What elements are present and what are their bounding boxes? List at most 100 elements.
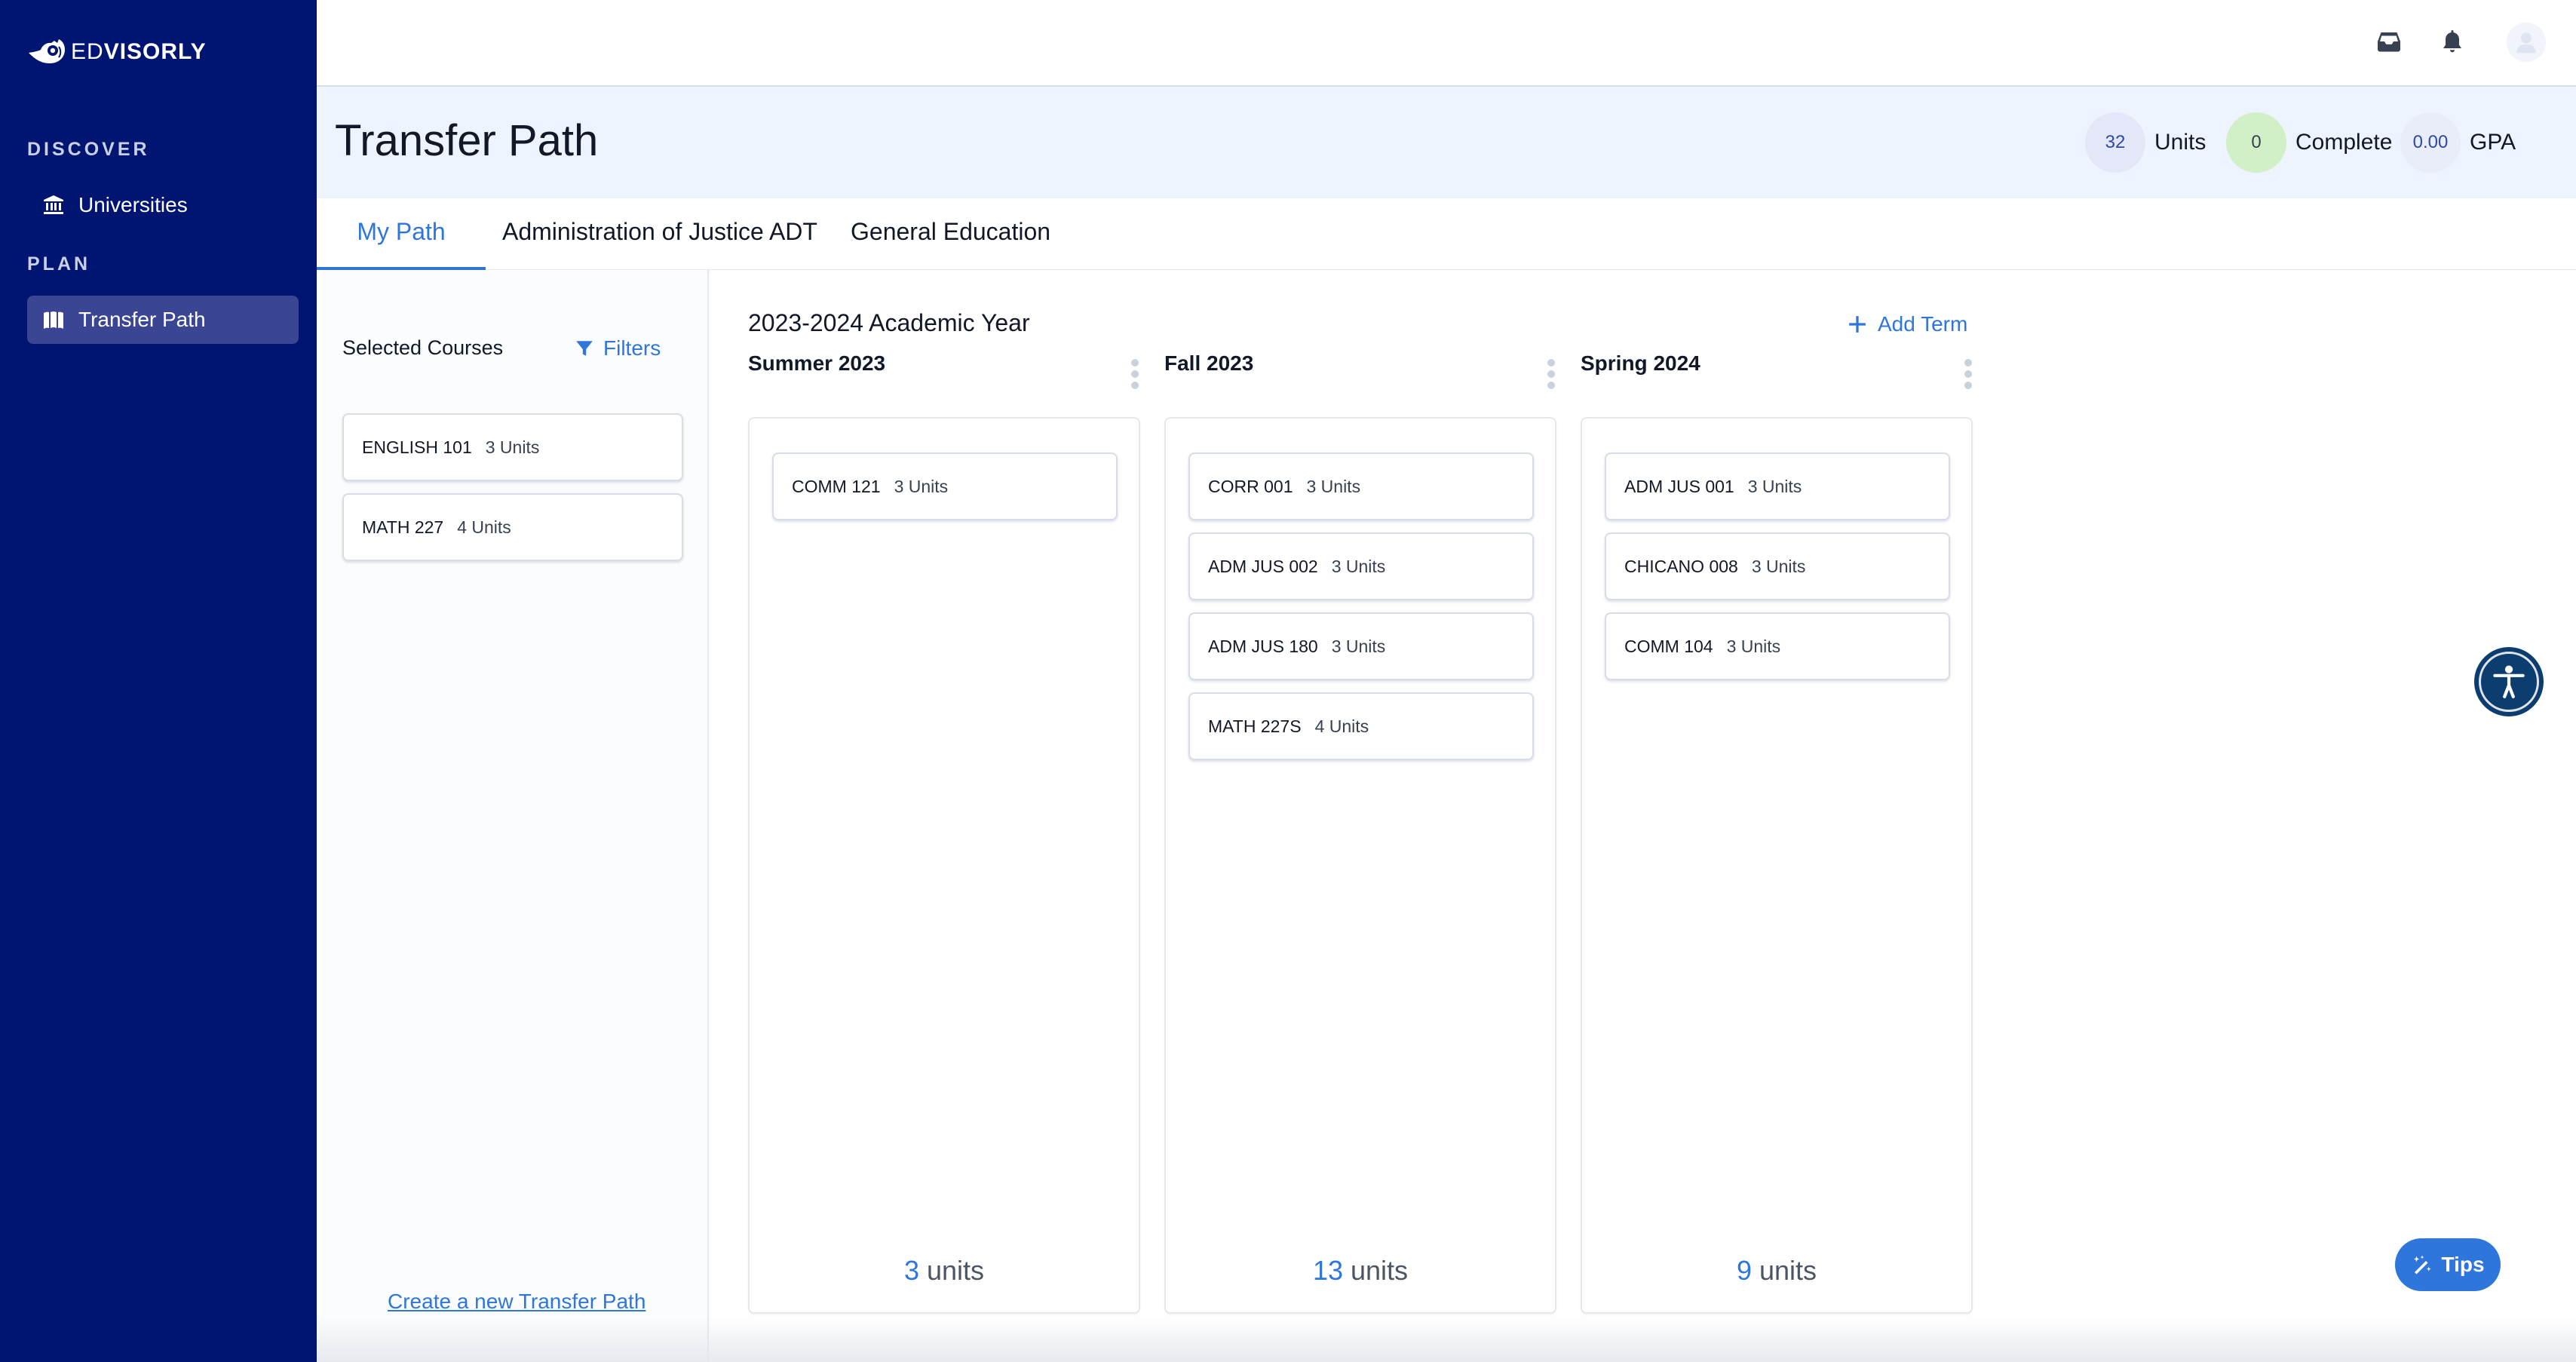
selected-courses-title: Selected Courses: [342, 336, 504, 359]
term-total-label: units: [1759, 1255, 1817, 1286]
term-column-summer-2023[interactable]: COMM 121 3 Units 3 units: [748, 417, 1140, 1314]
magic-wand-icon: [2414, 1255, 2432, 1275]
sidebar: EDVISORLY DISCOVER Universities PLAN Tra…: [0, 0, 317, 1362]
tab-administration-of-justice-adt[interactable]: Administration of Justice ADT: [502, 218, 817, 270]
course-card[interactable]: COMM 121 3 Units: [772, 452, 1118, 520]
stat-gpa: 0.00 GPA: [2400, 112, 2516, 173]
edvisorly-logo[interactable]: EDVISORLY: [27, 36, 207, 68]
kebab-dot-icon: [1964, 359, 1972, 367]
page-title: Transfer Path: [335, 116, 599, 165]
term-name: Summer 2023: [748, 351, 886, 375]
selected-courses-panel: Selected Courses Filters ENGLISH 101 3 U…: [317, 270, 709, 1362]
accessibility-button[interactable]: [2474, 647, 2544, 716]
sidebar-item-label: Transfer Path: [78, 308, 206, 331]
course-code: COMM 104: [1624, 636, 1713, 656]
university-icon: [44, 195, 63, 214]
term-total-number: 3: [903, 1255, 919, 1286]
course-code: ADM JUS 001: [1624, 476, 1734, 496]
bell-icon: [2443, 30, 2461, 53]
kebab-dot-icon: [1547, 359, 1555, 367]
course-card[interactable]: ADM JUS 180 3 Units: [1188, 612, 1534, 680]
course-units: 3 Units: [485, 437, 540, 457]
course-code: CHICANO 008: [1624, 556, 1738, 576]
units-badge: 32: [2085, 112, 2145, 173]
page-header: Transfer Path 32 Units 0 Complete 0.00 G…: [317, 87, 2576, 198]
sidebar-item-universities[interactable]: Universities: [27, 181, 299, 229]
course-code: MATH 227: [362, 517, 444, 537]
course-card[interactable]: ADM JUS 002 3 Units: [1188, 532, 1534, 600]
filter-icon: [576, 341, 593, 356]
map-icon: [44, 311, 63, 329]
course-units: 3 Units: [894, 476, 949, 496]
course-code: CORR 001: [1208, 476, 1293, 496]
term-options-button[interactable]: [1129, 359, 1141, 389]
owl-logo-icon: [29, 39, 65, 63]
sidebar-item-transfer-path[interactable]: Transfer Path: [27, 296, 299, 344]
course-units: 3 Units: [1751, 556, 1806, 576]
term-options-button[interactable]: [1962, 359, 1974, 389]
complete-badge: 0: [2226, 112, 2286, 173]
term-total-label: units: [927, 1255, 985, 1286]
notifications-button[interactable]: [2436, 25, 2469, 58]
course-code: COMM 121: [792, 476, 881, 496]
course-card[interactable]: MATH 227 4 Units: [342, 493, 683, 561]
course-card[interactable]: ENGLISH 101 3 Units: [342, 413, 683, 481]
term-column-fall-2023[interactable]: CORR 001 3 Units ADM JUS 002 3 Units ADM…: [1164, 417, 1556, 1314]
course-units: 3 Units: [1747, 476, 1802, 496]
kebab-dot-icon: [1964, 382, 1972, 389]
course-code: MATH 227S: [1208, 716, 1302, 736]
top-bar: [317, 0, 2576, 87]
course-units: 3 Units: [1726, 636, 1781, 656]
term-name: Spring 2024: [1581, 351, 1700, 375]
term-name: Fall 2023: [1164, 351, 1254, 375]
filters-label: Filters: [603, 336, 661, 360]
brand-visorly: VISORLY: [103, 39, 207, 64]
term-column-spring-2024[interactable]: ADM JUS 001 3 Units CHICANO 008 3 Units …: [1581, 417, 1973, 1314]
user-avatar[interactable]: [2507, 23, 2546, 62]
stat-complete: 0 Complete: [2226, 112, 2392, 173]
user-avatar-icon: [2516, 32, 2536, 54]
tips-label: Tips: [2441, 1253, 2485, 1276]
course-units: 4 Units: [457, 517, 511, 537]
add-term-label: Add Term: [1878, 312, 1968, 336]
course-card[interactable]: MATH 227S 4 Units: [1188, 692, 1534, 760]
sidebar-item-label: Universities: [78, 193, 188, 216]
course-card[interactable]: CORR 001 3 Units: [1188, 452, 1534, 520]
term-options-button[interactable]: [1545, 359, 1557, 389]
inbox-button[interactable]: [2372, 25, 2406, 58]
tab-general-education[interactable]: General Education: [851, 218, 1050, 270]
course-card[interactable]: COMM 104 3 Units: [1605, 612, 1950, 680]
section-label-plan: PLAN: [27, 253, 91, 275]
stat-units: 32 Units: [2085, 112, 2206, 173]
term-total-number: 13: [1312, 1255, 1343, 1286]
complete-label: Complete: [2295, 130, 2393, 155]
course-code: ADM JUS 002: [1208, 556, 1318, 576]
course-card[interactable]: ADM JUS 001 3 Units: [1605, 452, 1950, 520]
accessibility-icon: [2493, 665, 2525, 698]
kebab-dot-icon: [1547, 370, 1555, 378]
course-units: 4 Units: [1314, 716, 1369, 736]
section-label-discover: DISCOVER: [27, 139, 150, 160]
course-card[interactable]: CHICANO 008 3 Units: [1605, 532, 1950, 600]
kebab-dot-icon: [1964, 370, 1972, 378]
term-total-label: units: [1351, 1255, 1409, 1286]
filters-button[interactable]: Filters: [566, 329, 670, 368]
brand-ed: ED: [71, 39, 104, 64]
course-code: ENGLISH 101: [362, 437, 472, 457]
create-transfer-path-link[interactable]: Create a new Transfer Path: [388, 1290, 646, 1314]
gpa-badge: 0.00: [2400, 112, 2461, 173]
term-board: 2023-2024 Academic Year Add Term Summer …: [710, 270, 2576, 1362]
kebab-dot-icon: [1131, 359, 1139, 367]
tips-button[interactable]: Tips: [2395, 1238, 2501, 1291]
gpa-label: GPA: [2470, 130, 2516, 155]
tab-my-path[interactable]: My Path: [317, 218, 486, 270]
plus-icon: [1849, 316, 1866, 333]
course-code: ADM JUS 180: [1208, 636, 1318, 656]
kebab-dot-icon: [1131, 382, 1139, 389]
inbox-icon: [2378, 32, 2400, 52]
add-term-button[interactable]: Add Term: [1848, 312, 1967, 336]
kebab-dot-icon: [1547, 382, 1555, 389]
term-total-number: 9: [1736, 1255, 1752, 1286]
course-units: 3 Units: [1306, 476, 1361, 496]
term-total-units: 9 units: [1582, 1255, 1971, 1287]
